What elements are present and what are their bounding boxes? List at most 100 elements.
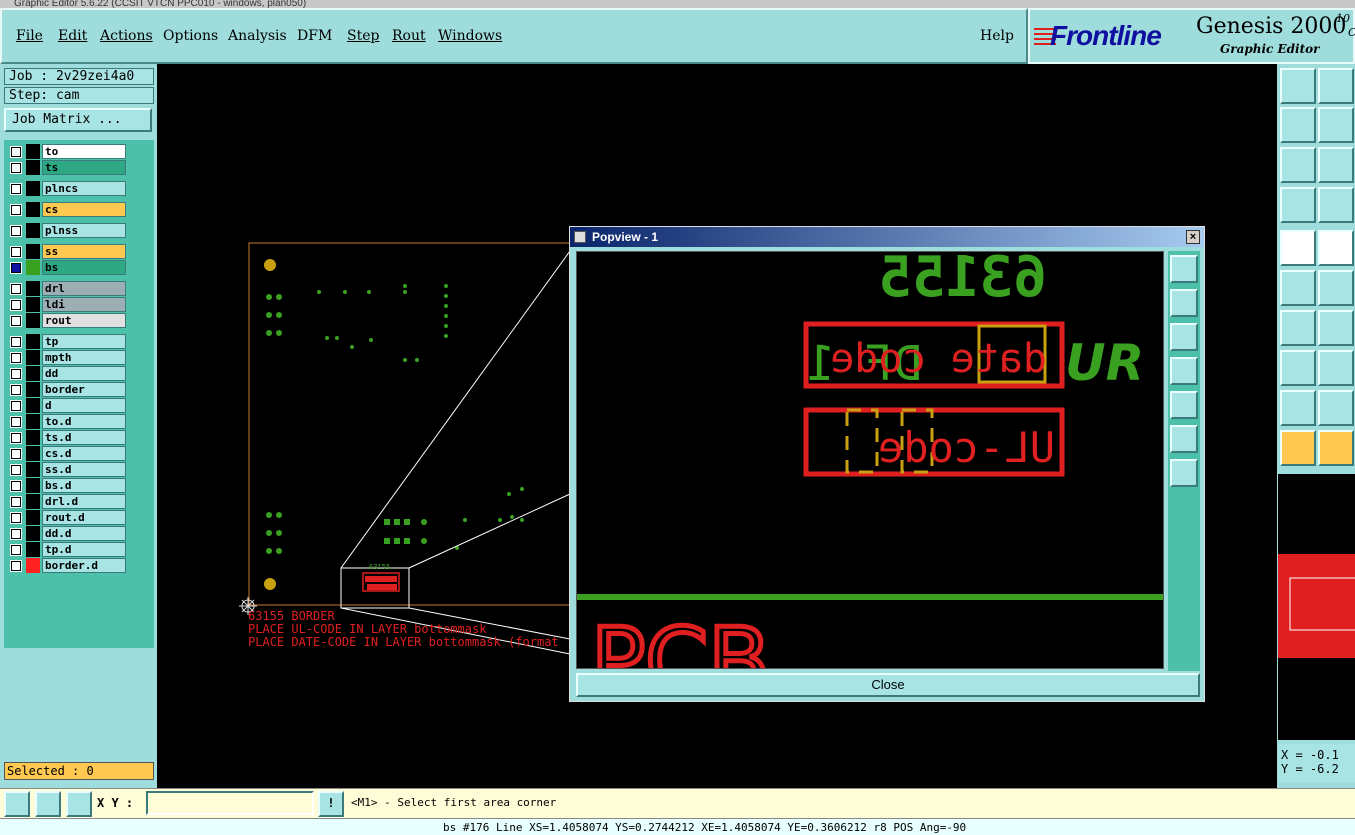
popview-zoom-out-icon[interactable] bbox=[1170, 459, 1198, 487]
layer-row-drl[interactable]: drl bbox=[6, 281, 126, 296]
layer-checkbox[interactable] bbox=[10, 146, 22, 158]
layer-row-to[interactable]: to bbox=[6, 144, 126, 159]
menu-dfm[interactable]: DFM bbox=[297, 28, 332, 44]
layer-checkbox[interactable] bbox=[10, 299, 22, 311]
layer-name[interactable]: rout.d bbox=[42, 510, 126, 525]
alert-icon[interactable]: ! bbox=[318, 791, 344, 817]
measure-area-icon[interactable] bbox=[35, 791, 61, 817]
layer-color-swatch[interactable] bbox=[26, 510, 40, 525]
layer-checkbox[interactable] bbox=[10, 496, 22, 508]
pan-right-icon[interactable] bbox=[1318, 107, 1354, 143]
layer-checkbox[interactable] bbox=[10, 352, 22, 364]
layer-name[interactable]: cs bbox=[42, 202, 126, 217]
menu-rout[interactable]: Rout bbox=[392, 28, 426, 44]
layer-name[interactable]: mpth bbox=[42, 350, 126, 365]
pan-down-icon[interactable] bbox=[1318, 68, 1354, 104]
layer-row-cs-d[interactable]: cs.d bbox=[6, 446, 126, 461]
popview-zoom-fit-icon[interactable] bbox=[1170, 255, 1198, 283]
layer-color-swatch[interactable] bbox=[26, 462, 40, 477]
layer-color-swatch[interactable] bbox=[26, 398, 40, 413]
layer-checkbox[interactable] bbox=[10, 528, 22, 540]
layer-name[interactable]: drl bbox=[42, 281, 126, 296]
layer-color-swatch[interactable] bbox=[26, 181, 40, 196]
layer-checkbox[interactable] bbox=[10, 400, 22, 412]
layer-row-d[interactable]: d bbox=[6, 398, 126, 413]
menu-edit[interactable]: Edit bbox=[58, 28, 87, 44]
layer-color-swatch[interactable] bbox=[26, 281, 40, 296]
layer-row-border-d[interactable]: border.d bbox=[6, 558, 126, 573]
layer-row-bs[interactable]: bs bbox=[6, 260, 126, 275]
layer-row-cs[interactable]: cs bbox=[6, 202, 126, 217]
layer-name[interactable]: ts bbox=[42, 160, 126, 175]
overview-map[interactable] bbox=[1278, 474, 1355, 740]
pan-left-icon[interactable] bbox=[1280, 107, 1316, 143]
layer-row-rout[interactable]: rout bbox=[6, 313, 126, 328]
layer-color-swatch[interactable] bbox=[26, 478, 40, 493]
segment-icon[interactable] bbox=[1318, 350, 1354, 386]
layer-name[interactable]: to.d bbox=[42, 414, 126, 429]
layer-checkbox[interactable] bbox=[10, 262, 22, 274]
layer-color-swatch[interactable] bbox=[26, 260, 40, 275]
line-icon[interactable] bbox=[1318, 310, 1354, 346]
connect-icon[interactable] bbox=[1280, 270, 1316, 306]
layer-row-mpth[interactable]: mpth bbox=[6, 350, 126, 365]
pointer-icon[interactable] bbox=[1280, 430, 1316, 466]
layer-row-tp-d[interactable]: tp.d bbox=[6, 542, 126, 557]
menu-file[interactable]: File bbox=[16, 28, 43, 44]
job-matrix-button[interactable]: Job Matrix ... bbox=[4, 108, 152, 132]
layer-name[interactable]: border bbox=[42, 382, 126, 397]
layer-checkbox[interactable] bbox=[10, 464, 22, 476]
layer-name[interactable]: bs.d bbox=[42, 478, 126, 493]
pointer-box-icon[interactable] bbox=[1318, 430, 1354, 466]
layer-checkbox[interactable] bbox=[10, 204, 22, 216]
layer-color-swatch[interactable] bbox=[26, 494, 40, 509]
layer-name[interactable]: dd bbox=[42, 366, 126, 381]
layer-color-swatch[interactable] bbox=[26, 526, 40, 541]
layer-color-swatch[interactable] bbox=[26, 430, 40, 445]
layer-checkbox[interactable] bbox=[10, 225, 22, 237]
layer-name[interactable]: tp.d bbox=[42, 542, 126, 557]
layer-color-swatch[interactable] bbox=[26, 144, 40, 159]
layer-color-swatch[interactable] bbox=[26, 414, 40, 429]
layer-color-swatch[interactable] bbox=[26, 160, 40, 175]
layer-color-swatch[interactable] bbox=[26, 297, 40, 312]
layer-row-ss-d[interactable]: ss.d bbox=[6, 462, 126, 477]
layer-name[interactable]: to bbox=[42, 144, 126, 159]
layer-checkbox[interactable] bbox=[10, 512, 22, 524]
layer-checkbox[interactable] bbox=[10, 560, 22, 572]
menu-options[interactable]: Options bbox=[163, 28, 218, 44]
layer-row-plnss[interactable]: plnss bbox=[6, 223, 126, 238]
layer-checkbox[interactable] bbox=[10, 315, 22, 327]
menu-help[interactable]: Help bbox=[980, 28, 1014, 44]
snap-icon[interactable] bbox=[1318, 187, 1354, 223]
layer-checkbox[interactable] bbox=[10, 368, 22, 380]
layer-checkbox[interactable] bbox=[10, 448, 22, 460]
layer-checkbox[interactable] bbox=[10, 480, 22, 492]
layer-row-drl-d[interactable]: drl.d bbox=[6, 494, 126, 509]
menu-actions[interactable]: Actions bbox=[100, 28, 153, 44]
layer-name[interactable]: ldi bbox=[42, 297, 126, 312]
layer-row-plncs[interactable]: plncs bbox=[6, 181, 126, 196]
layer-checkbox[interactable] bbox=[10, 183, 22, 195]
xy-input[interactable] bbox=[146, 791, 314, 815]
layer-name[interactable]: ts.d bbox=[42, 430, 126, 445]
layer-row-tp[interactable]: tp bbox=[6, 334, 126, 349]
cross-icon[interactable] bbox=[1318, 270, 1354, 306]
node-icon[interactable] bbox=[1280, 350, 1316, 386]
layer-row-rout-d[interactable]: rout.d bbox=[6, 510, 126, 525]
fill-mode-icon[interactable] bbox=[1280, 230, 1316, 266]
layer-row-ts[interactable]: ts bbox=[6, 160, 126, 175]
layer-color-swatch[interactable] bbox=[26, 382, 40, 397]
layer-row-ss[interactable]: ss bbox=[6, 244, 126, 259]
layer-color-swatch[interactable] bbox=[26, 202, 40, 217]
popview-pan-left-icon[interactable] bbox=[1170, 357, 1198, 385]
layer-name[interactable]: bs bbox=[42, 260, 126, 275]
layer-row-dd[interactable]: dd bbox=[6, 366, 126, 381]
measure-icon[interactable] bbox=[1280, 187, 1316, 223]
layer-checkbox[interactable] bbox=[10, 246, 22, 258]
popview-pan-down-icon[interactable] bbox=[1170, 323, 1198, 351]
popview-zoom-in-icon[interactable] bbox=[1170, 425, 1198, 453]
angle-icon[interactable] bbox=[1280, 310, 1316, 346]
layer-row-bs-d[interactable]: bs.d bbox=[6, 478, 126, 493]
layer-row-dd-d[interactable]: dd.d bbox=[6, 526, 126, 541]
